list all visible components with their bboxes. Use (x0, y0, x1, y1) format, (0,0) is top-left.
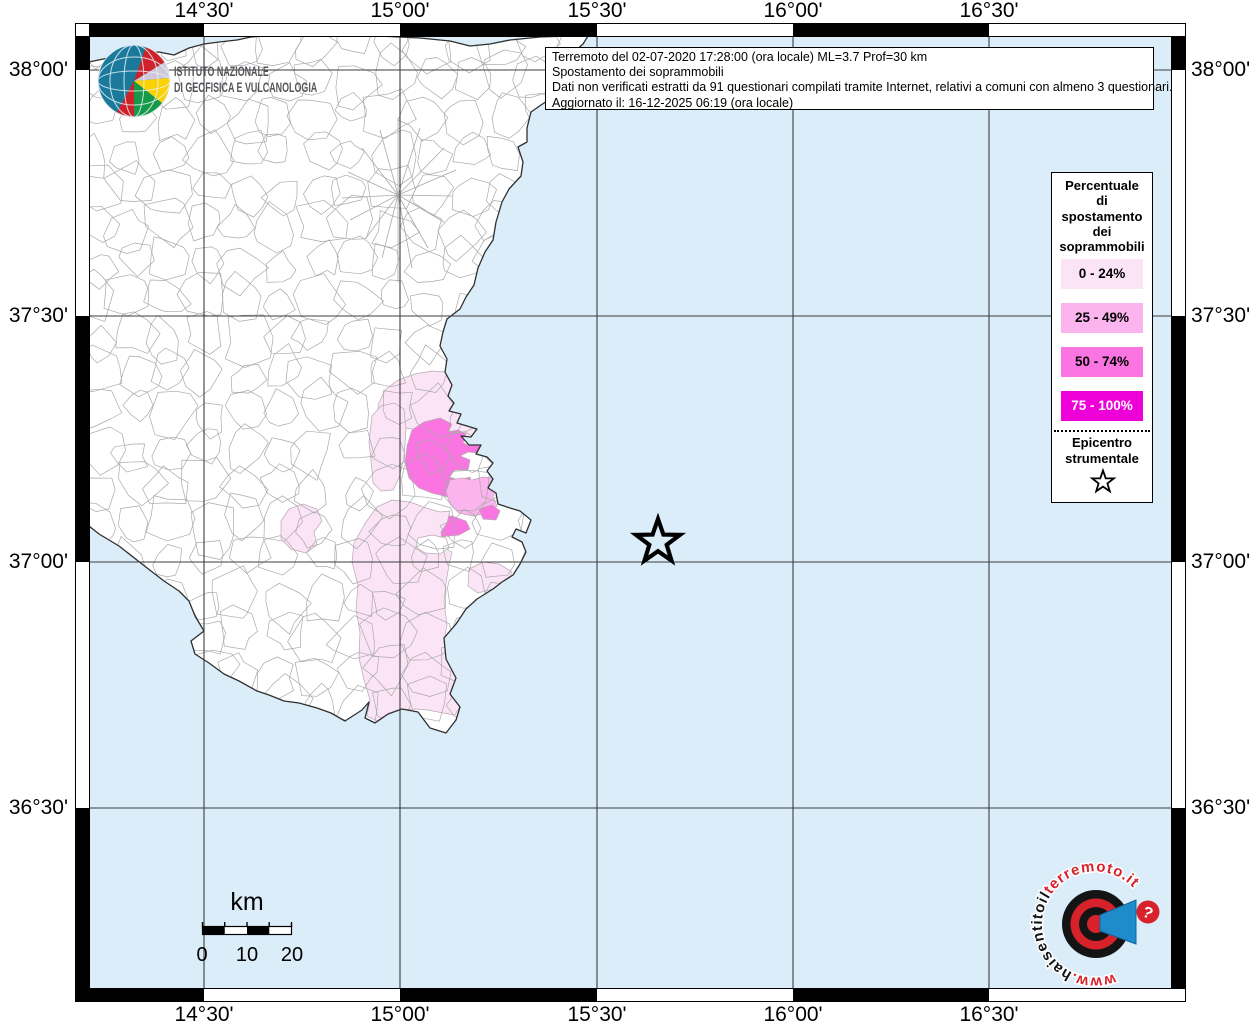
frame-segment (75, 316, 89, 562)
frame-segment (793, 989, 989, 1002)
scale-tick-label: 0 (196, 944, 208, 966)
info-line-event: Terremoto del 02-07-2020 17:28:00 (ora l… (552, 50, 928, 64)
scale-tick-label: 20 (280, 944, 304, 966)
axis-label-left: 38°00' (8, 58, 68, 81)
map-page: 14°30' 14°30' 15°00' 15°00' 15°30' 15°30' 16°0… (0, 0, 1255, 1024)
info-line-disclaimer: Dati non verificati estratti da 91 quest… (552, 80, 1173, 95)
frame-segment (89, 23, 204, 36)
legend-swatch-75-100-: 75 - 100% (1061, 391, 1143, 421)
frame-segment (75, 36, 89, 70)
scale-bar-graphic (201, 922, 293, 936)
legend-swatch-label: 25 - 49% (1074, 310, 1130, 325)
frame-segment (793, 23, 989, 36)
legend-divider (1054, 430, 1150, 432)
axis-label-top: 16°00' (763, 0, 823, 22)
info-line-updated: Aggiornato il: 16-12-2025 06:19 (ora loc… (552, 95, 794, 110)
axis-label-top: 16°30' (959, 0, 1019, 22)
legend-swatch-50-74-: 50 - 74% (1061, 347, 1143, 377)
frame-segment (400, 23, 597, 36)
legend-swatch-label: 0 - 24% (1078, 266, 1126, 281)
legend-swatch-0-24-: 0 - 24% (1061, 259, 1143, 289)
legend-title-line: dei (1092, 223, 1112, 239)
legend-title-line: Percentuale (1065, 178, 1139, 193)
frame-segment (1172, 316, 1186, 562)
axis-label-right: 37°00' (1191, 550, 1251, 573)
axis-label-bottom: 15°30' (567, 1003, 627, 1024)
axis-label-right: 36°30' (1191, 796, 1251, 819)
axis-label-bottom: 16°30' (959, 1003, 1019, 1024)
legend-swatch-label: 75 - 100% (1071, 398, 1133, 413)
legend-epicenter-label: strumentale (1065, 451, 1139, 466)
axis-label-top: 14°30' (174, 0, 234, 22)
axis-label-bottom: 14°30' (174, 1003, 234, 1024)
axis-label-right: 38°00' (1191, 58, 1251, 81)
legend-title: Percentuale di spostamento dei soprammob… (1052, 173, 1152, 254)
ingv-text-line2: DI GEOFISICA E VULCANOLOGIA (174, 80, 318, 95)
info-line-effect: Spostamento dei soprammobili (552, 65, 724, 80)
legend-title-line: spostamento (1061, 208, 1143, 224)
axis-label-bottom: 16°00' (763, 1003, 823, 1024)
epicenter-star-glyph (1089, 467, 1117, 494)
ingv-text-line1: ISTITUTO NAZIONALE (174, 64, 269, 79)
axis-label-top: 15°00' (370, 0, 430, 22)
watermark-www: www. (1068, 969, 1119, 991)
scale-unit-label: km (230, 888, 264, 916)
haisentitoilterremoto-logo: www.haisentitoilterremoto.it ? (1027, 857, 1160, 992)
frame-segment (400, 989, 597, 1002)
axis-label-left: 37°00' (8, 550, 68, 573)
legend-swatch-label: 50 - 74% (1074, 354, 1130, 369)
earthquake-info-box: Terremoto del 02-07-2020 17:28:00 (ora l… (545, 47, 1173, 110)
frame-segment (1172, 36, 1186, 70)
axis-label-top: 15°30' (567, 0, 627, 22)
axis-label-right: 37°30' (1191, 304, 1251, 327)
ingv-logo-globe (97, 44, 171, 118)
frame-segment (75, 808, 89, 989)
epicenter-star-icon (1089, 467, 1117, 494)
legend-swatch-25-49-: 25 - 49% (1061, 303, 1143, 333)
frame-segment (89, 989, 204, 1002)
scale-bar: km 0 10 20 (196, 888, 336, 974)
legend-epicenter-label: Epicentro (1072, 435, 1132, 450)
scale-tick-label: 10 (235, 944, 259, 966)
axis-label-left: 37°30' (8, 304, 68, 327)
legend-title-line: di (1096, 193, 1108, 209)
ingv-logo-text: ISTITUTO NAZIONALE DI GEOFISICA E VULCAN… (174, 64, 317, 96)
legend-box: Percentuale di spostamento dei soprammob… (1051, 172, 1153, 503)
axis-label-bottom: 15°00' (370, 1003, 430, 1024)
axis-label-left: 36°30' (8, 796, 68, 819)
legend-title-line: soprammobili (1059, 239, 1145, 255)
